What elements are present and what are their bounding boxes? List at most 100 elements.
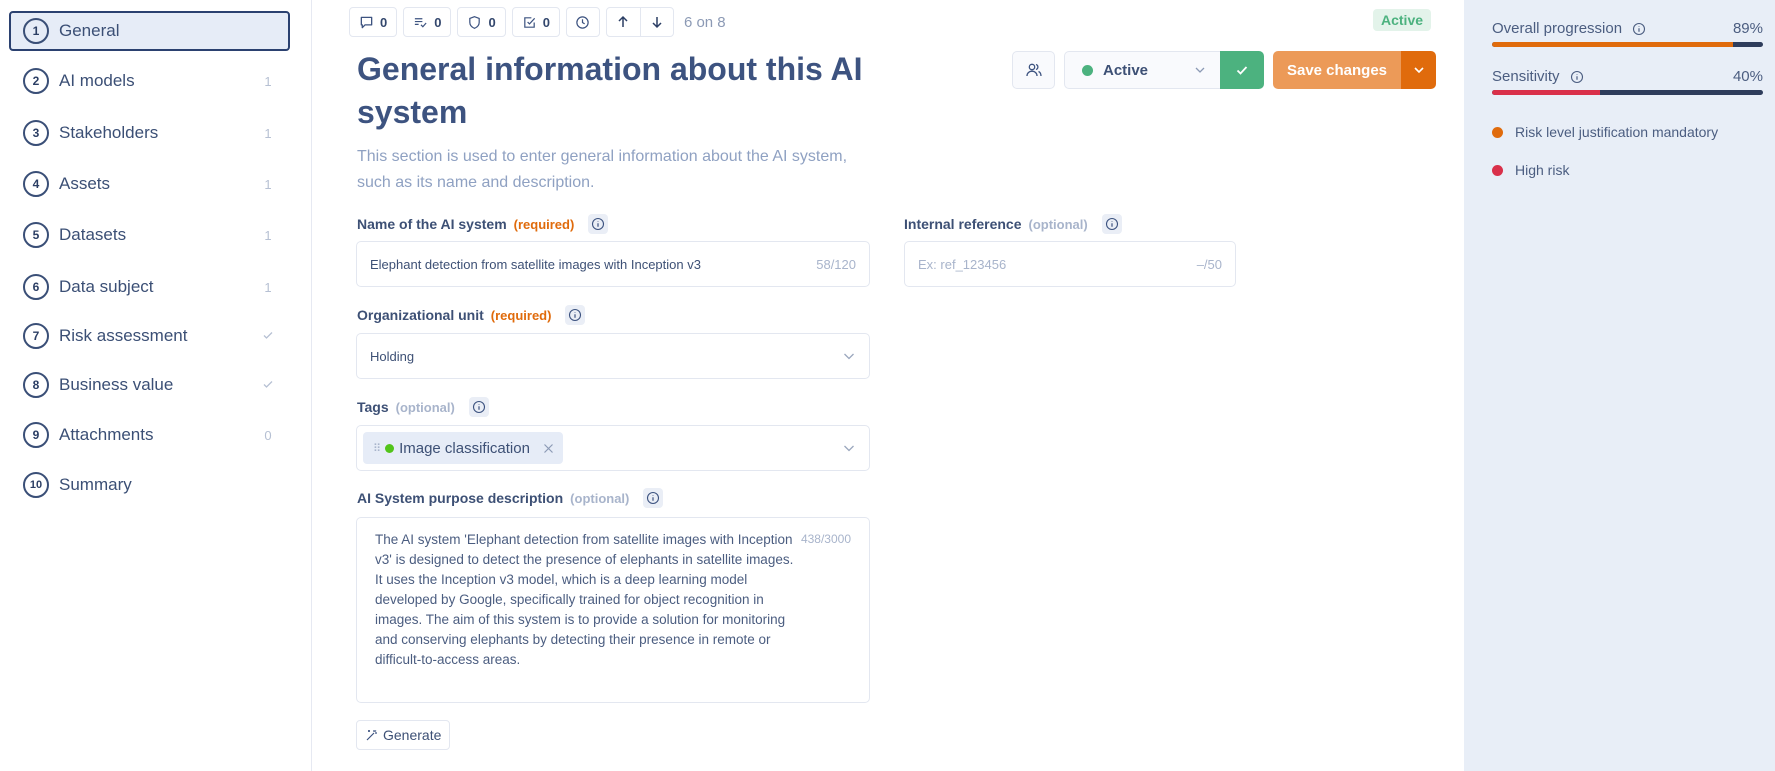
check-icon <box>258 378 278 393</box>
save-options-button[interactable] <box>1401 51 1436 89</box>
page-description: This section is used to enter general in… <box>357 148 848 191</box>
clock-icon <box>576 15 590 29</box>
progress-bar-fill <box>1492 90 1601 95</box>
sidebar-item-datasets[interactable]: 5 Datasets 1 <box>9 215 290 255</box>
assignees-button[interactable] <box>1012 51 1055 89</box>
pager-text: 6 on 8 <box>683 13 726 31</box>
status-select[interactable]: Active <box>1064 51 1220 89</box>
org-unit-label: Organizational unit (required) <box>357 305 586 325</box>
metric-name: Sensitivity <box>1492 68 1560 85</box>
section-sidebar: 1 General 2 AI models 1 3 Stakeholders 1… <box>0 0 312 771</box>
tag-label: Image classification <box>399 439 530 457</box>
sidebar-item-summary[interactable]: 10 Summary <box>9 465 290 505</box>
magic-wand-icon <box>366 730 377 741</box>
arrow-up-icon <box>618 15 628 27</box>
progress-bar <box>1492 90 1763 95</box>
sidebar-item-label: Summary <box>59 475 132 494</box>
count-badge: 1 <box>264 227 272 243</box>
sidebar-item-data-subject[interactable]: 6 Data subject 1 <box>9 267 290 307</box>
sidebar-item-label: AI models <box>59 71 135 90</box>
toolbar: 0 0 0 0 6 on 8 <box>349 7 726 37</box>
metric-percent: 89% <box>1732 20 1763 37</box>
purpose-value: The AI system 'Elephant detection from s… <box>375 532 794 667</box>
count-badge: 1 <box>264 125 272 141</box>
sidebar-item-general[interactable]: 1 General <box>9 11 290 51</box>
page-title: General information about this AI system <box>357 51 863 130</box>
label-text: Name of the AI system <box>357 216 507 232</box>
alert-risk-justification[interactable]: Risk level justification mandatory › <box>1492 124 1775 140</box>
info-icon[interactable] <box>1570 70 1584 84</box>
info-icon[interactable] <box>468 397 489 417</box>
drag-handle-icon[interactable]: ⠿ <box>373 442 381 455</box>
users-icon <box>1025 63 1042 77</box>
next-button[interactable] <box>639 8 673 36</box>
purpose-textarea[interactable]: The AI system 'Elephant detection from s… <box>356 517 870 703</box>
comments-button[interactable]: 0 <box>349 7 398 37</box>
app-root: 1 General 2 AI models 1 3 Stakeholders 1… <box>0 0 1775 771</box>
status-dot <box>1082 64 1093 76</box>
checks-button[interactable]: 0 <box>511 7 560 37</box>
step-number: 5 <box>23 222 49 248</box>
remove-tag-icon[interactable] <box>543 443 554 454</box>
org-unit-value: Holding <box>370 348 415 364</box>
count-badge: 1 <box>264 279 272 295</box>
sidebar-item-label: Datasets <box>59 225 127 244</box>
check-icon <box>258 329 278 344</box>
list-check-icon <box>415 17 427 28</box>
internal-reference-input[interactable]: Ex: ref_123456 –/50 <box>904 241 1236 287</box>
save-changes-button[interactable]: Save changes <box>1273 51 1401 89</box>
tags-select[interactable]: ⠿ Image classification <box>356 425 870 471</box>
sidebar-item-assets[interactable]: 4 Assets 1 <box>9 164 290 204</box>
generate-label: Generate <box>383 727 442 743</box>
sidebar-item-ai-models[interactable]: 2 AI models 1 <box>9 61 290 101</box>
alert-dot <box>1492 126 1503 138</box>
step-number: 8 <box>23 372 49 398</box>
sidebar-item-risk-assessment[interactable]: 7 Risk assessment <box>9 316 290 356</box>
history-button[interactable] <box>565 7 600 37</box>
previous-button[interactable] <box>607 8 640 36</box>
sidebar-item-business-value[interactable]: 8 Business value <box>9 365 290 405</box>
chevron-down-icon <box>1195 67 1205 73</box>
step-number: 4 <box>23 171 49 197</box>
alert-label: Risk level justification mandatory <box>1515 124 1719 140</box>
status-badge: Active <box>1373 9 1432 31</box>
info-icon[interactable] <box>565 305 586 325</box>
required-marker: (required) <box>490 307 552 323</box>
step-number: 3 <box>23 120 49 146</box>
sidebar-item-attachments[interactable]: 9 Attachments 0 <box>9 415 290 455</box>
chevron-down-icon <box>844 353 854 360</box>
info-icon[interactable] <box>588 214 609 234</box>
count-badge: 1 <box>264 73 272 89</box>
sidebar-item-label: Attachments <box>59 425 154 444</box>
internal-reference-label: Internal reference (optional) <box>904 214 1122 234</box>
tasks-button[interactable]: 0 <box>403 7 452 37</box>
chevron-down-icon <box>1413 67 1424 74</box>
info-icon[interactable] <box>1101 214 1122 234</box>
info-icon[interactable] <box>643 488 664 508</box>
progress-panel: Overall progression 89% Sensitivity 40% … <box>1464 0 1775 771</box>
controls-button[interactable]: 0 <box>457 7 506 37</box>
tags-label: Tags (optional) <box>357 397 489 417</box>
purpose-counter: 438/3000 <box>800 532 851 546</box>
internal-reference-placeholder: Ex: ref_123456 <box>918 256 1007 272</box>
generate-button[interactable]: Generate <box>356 720 451 750</box>
label-text: Tags <box>357 399 389 415</box>
step-number: 7 <box>23 323 49 349</box>
step-number: 1 <box>23 18 49 44</box>
org-unit-select[interactable]: Holding <box>356 333 870 379</box>
sidebar-item-label: Business value <box>59 375 174 394</box>
progress-bar-fill <box>1492 42 1734 47</box>
count-badge: 1 <box>264 176 272 192</box>
name-counter: 58/120 <box>816 256 856 272</box>
header-actions: Active Save changes <box>1012 51 1436 89</box>
alert-high-risk[interactable]: High risk › <box>1492 162 1775 178</box>
confirm-status-button[interactable] <box>1220 51 1264 89</box>
name-value: Elephant detection from satellite images… <box>370 256 701 272</box>
save-button-group: Save changes <box>1273 51 1436 89</box>
name-label: Name of the AI system (required) <box>357 214 609 234</box>
metric-name: Overall progression <box>1492 20 1623 37</box>
sidebar-item-stakeholders[interactable]: 3 Stakeholders 1 <box>9 113 290 153</box>
name-input[interactable]: Elephant detection from satellite images… <box>356 241 870 287</box>
info-icon[interactable] <box>1632 22 1646 36</box>
checks-count: 0 <box>542 14 550 30</box>
